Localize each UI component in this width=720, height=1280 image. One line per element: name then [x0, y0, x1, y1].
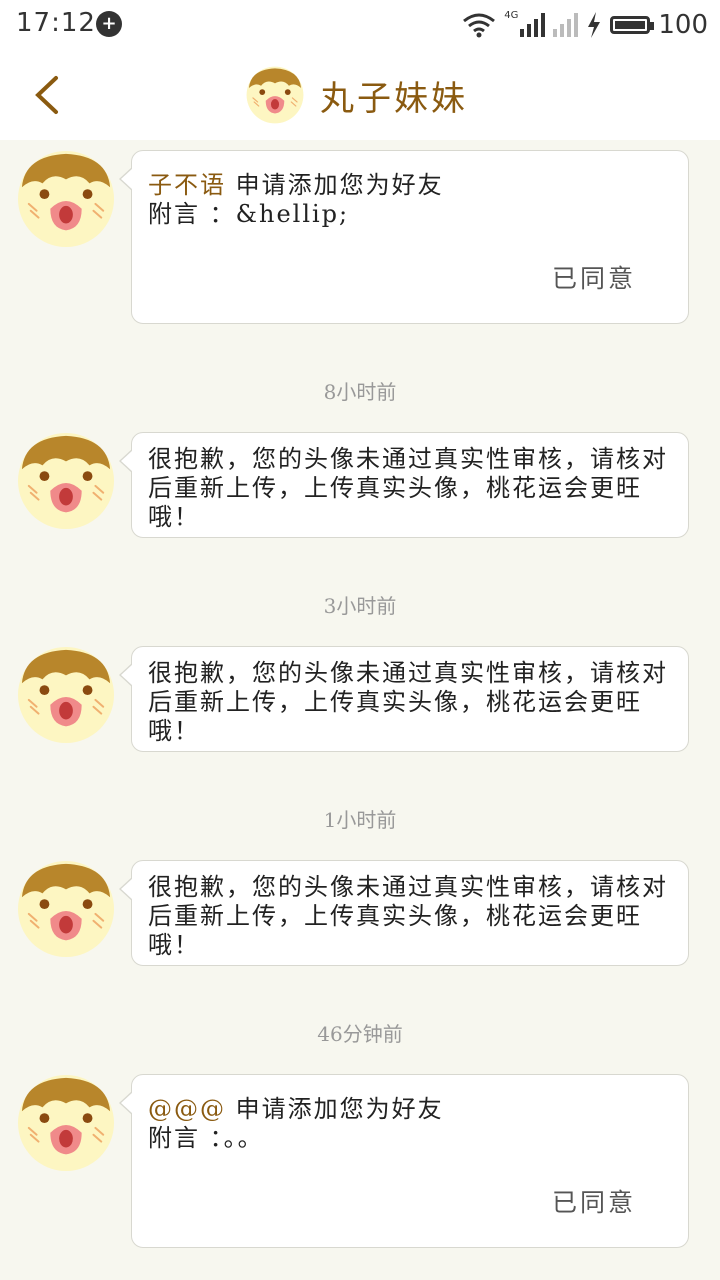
status-time: 17:12 [16, 8, 96, 38]
sender-avatar[interactable] [17, 646, 115, 744]
friend-request-bubble: 子不语 申请添加您为好友 附言 ：&hellip; 已同意 [119, 150, 689, 324]
signal-icon [520, 13, 546, 37]
page-title: 丸子妹妹 [320, 78, 468, 119]
request-text: 申请添加您为好友 [235, 1095, 444, 1123]
sender-avatar[interactable] [17, 860, 115, 958]
back-arrow-icon[interactable] [30, 74, 66, 116]
network-type-label: 4G [504, 9, 519, 21]
accepted-status[interactable]: 已同意 [552, 1188, 636, 1217]
request-note: 附言 ：。。 [148, 1124, 264, 1152]
sender-avatar[interactable] [17, 1074, 115, 1172]
battery-level: 100 [658, 10, 708, 40]
battery-icon [610, 16, 655, 34]
status-indicators: 4G 100 [462, 8, 708, 42]
message-timestamp: 3小时前 [323, 594, 397, 618]
message-timestamp: 8小时前 [323, 380, 397, 404]
wifi-icon [463, 13, 496, 38]
message-bubble: 很抱歉，您的头像未通过真实性审核，请核对后重新上传，上传真实头像，桃花运会更旺哦… [119, 860, 689, 966]
friend-request-bubble: @@@ 申请添加您为好友 附言 ：。。 已同意 [119, 1074, 689, 1248]
contact-avatar[interactable] [246, 66, 304, 124]
sender-avatar[interactable] [17, 150, 115, 248]
requester-name[interactable]: @@@ [148, 1095, 226, 1123]
signal-secondary-icon [553, 13, 579, 37]
message-timestamp: 1小时前 [323, 808, 397, 832]
message-bubble: 很抱歉，您的头像未通过真实性审核，请核对后重新上传，上传真实头像，桃花运会更旺哦… [119, 646, 689, 752]
requester-name[interactable]: 子不语 [148, 171, 226, 199]
message-bubble: 很抱歉，您的头像未通过真实性审核，请核对后重新上传，上传真实头像，桃花运会更旺哦… [119, 432, 689, 538]
accepted-status[interactable]: 已同意 [552, 264, 636, 293]
request-line: 子不语 申请添加您为好友 [148, 171, 672, 200]
charging-icon [588, 12, 601, 38]
chat-header: 丸子妹妹 [246, 66, 468, 124]
message-timestamp: 46分钟前 [317, 1022, 403, 1046]
sender-avatar[interactable] [17, 432, 115, 530]
notification-app-icon: + [96, 11, 122, 37]
request-text: 申请添加您为好友 [235, 171, 444, 199]
status-bar: 17:12 + 4G 100 [0, 0, 720, 50]
request-note: 附言 ：&hellip; [148, 200, 350, 228]
title-bar: 丸子妹妹 [0, 50, 720, 140]
request-line: @@@ 申请添加您为好友 [148, 1095, 672, 1124]
